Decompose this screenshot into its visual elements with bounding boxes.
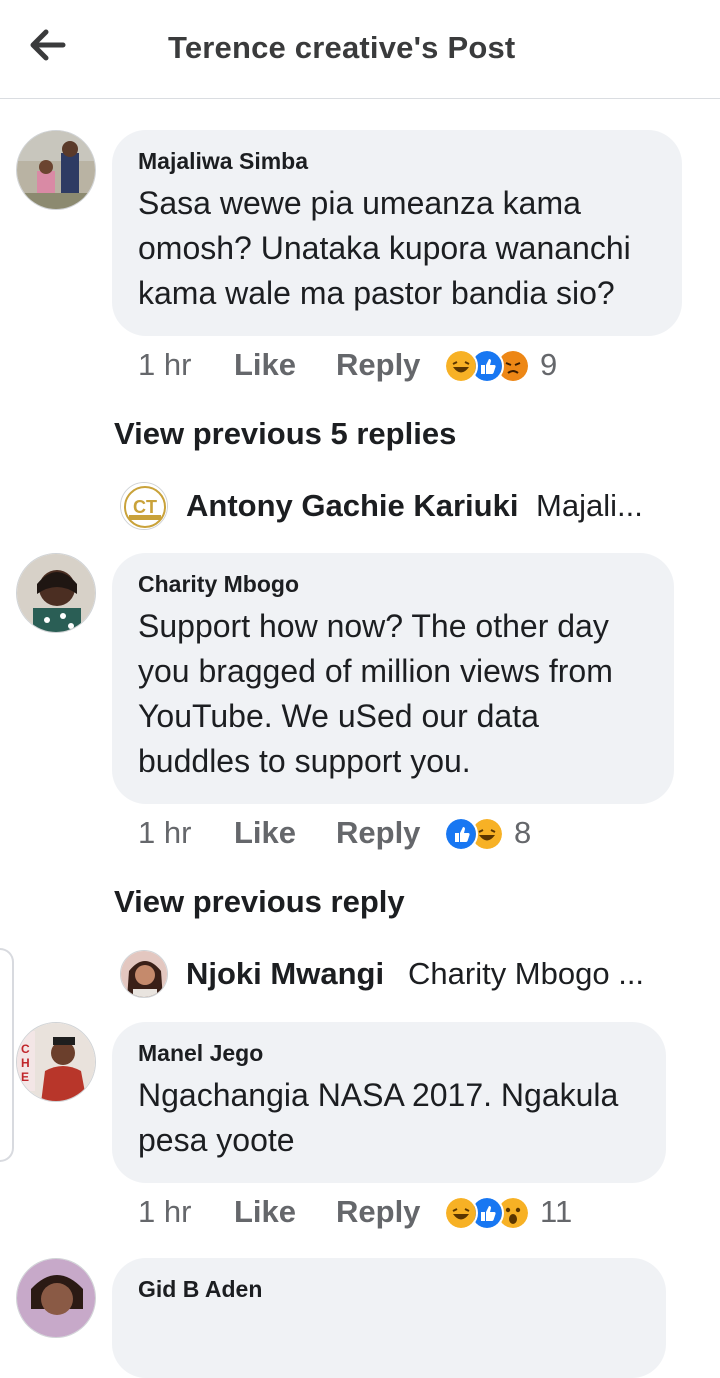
reaction-count: 9 bbox=[540, 347, 558, 382]
reply-button[interactable]: Reply bbox=[336, 815, 420, 851]
comment-time[interactable]: 1 hr bbox=[138, 815, 191, 851]
reply-button[interactable]: Reply bbox=[336, 347, 420, 383]
avatar[interactable] bbox=[16, 1258, 96, 1338]
svg-text:CT: CT bbox=[133, 497, 157, 517]
reply-snippet: Charity Mbogo ... bbox=[408, 956, 645, 991]
back-button[interactable] bbox=[28, 28, 68, 64]
comment-author[interactable]: Charity Mbogo bbox=[138, 571, 648, 598]
reply-avatar bbox=[120, 950, 168, 998]
comment-actions: 1 hr Like Reply 11 bbox=[138, 1194, 698, 1234]
comment-bubble[interactable]: Charity Mbogo Support how now? The other… bbox=[112, 553, 674, 804]
like-button[interactable]: Like bbox=[234, 347, 296, 383]
comment-bubble[interactable]: Gid B Aden bbox=[112, 1258, 666, 1378]
avatar[interactable] bbox=[16, 553, 96, 633]
reply-preview[interactable]: CT Antony Gachie Kariuki Majali... bbox=[118, 482, 678, 534]
avatar[interactable] bbox=[16, 130, 96, 210]
like-button[interactable]: Like bbox=[234, 1194, 296, 1230]
reply-author: Antony Gachie Kariuki bbox=[186, 488, 519, 523]
reply-button[interactable]: Reply bbox=[336, 1194, 420, 1230]
reply-avatar: CT bbox=[120, 482, 168, 530]
reply-author: Njoki Mwangi bbox=[186, 956, 385, 991]
haha-reaction-icon bbox=[444, 349, 478, 383]
reaction-count: 11 bbox=[540, 1194, 573, 1229]
svg-text:E: E bbox=[21, 1070, 29, 1084]
comment-text: Sasa wewe pia umeanza kama omosh? Unatak… bbox=[138, 185, 631, 311]
comment-bubble[interactable]: Manel Jego Ngachangia NASA 2017. Ngakula… bbox=[112, 1022, 666, 1183]
comment-author[interactable]: Majaliwa Simba bbox=[138, 148, 656, 175]
comment-time[interactable]: 1 hr bbox=[138, 347, 191, 383]
like-button[interactable]: Like bbox=[234, 815, 296, 851]
top-bar: Terence creative's Post bbox=[0, 0, 720, 99]
avatar[interactable]: C H E bbox=[16, 1022, 96, 1102]
arrow-left-icon bbox=[30, 29, 66, 61]
comment-text: Support how now? The other day you bragg… bbox=[138, 608, 613, 779]
comment-actions: 1 hr Like Reply 8 bbox=[138, 815, 698, 855]
svg-text:H: H bbox=[21, 1056, 30, 1070]
reply-preview[interactable]: Njoki Mwangi Charity Mbogo ... bbox=[118, 950, 678, 1002]
view-previous-replies-button[interactable]: View previous 5 replies bbox=[114, 416, 456, 452]
haha-reaction-icon bbox=[444, 1196, 478, 1230]
comment-author[interactable]: Gid B Aden bbox=[138, 1276, 640, 1303]
view-previous-reply-button[interactable]: View previous reply bbox=[114, 884, 405, 920]
comment-actions: 1 hr Like Reply 9 bbox=[138, 347, 698, 387]
comment-author[interactable]: Manel Jego bbox=[138, 1040, 640, 1067]
page-title: Terence creative's Post bbox=[168, 30, 516, 65]
side-drawer-handle[interactable] bbox=[0, 948, 14, 1162]
comment-text: Ngachangia NASA 2017. Ngakula pesa yoote bbox=[138, 1077, 619, 1158]
svg-text:C: C bbox=[21, 1042, 30, 1056]
like-reaction-icon bbox=[444, 817, 478, 851]
reply-snippet: Majali... bbox=[536, 488, 643, 523]
reaction-count: 8 bbox=[514, 815, 532, 850]
comment-time[interactable]: 1 hr bbox=[138, 1194, 191, 1230]
comment-bubble[interactable]: Majaliwa Simba Sasa wewe pia umeanza kam… bbox=[112, 130, 682, 336]
